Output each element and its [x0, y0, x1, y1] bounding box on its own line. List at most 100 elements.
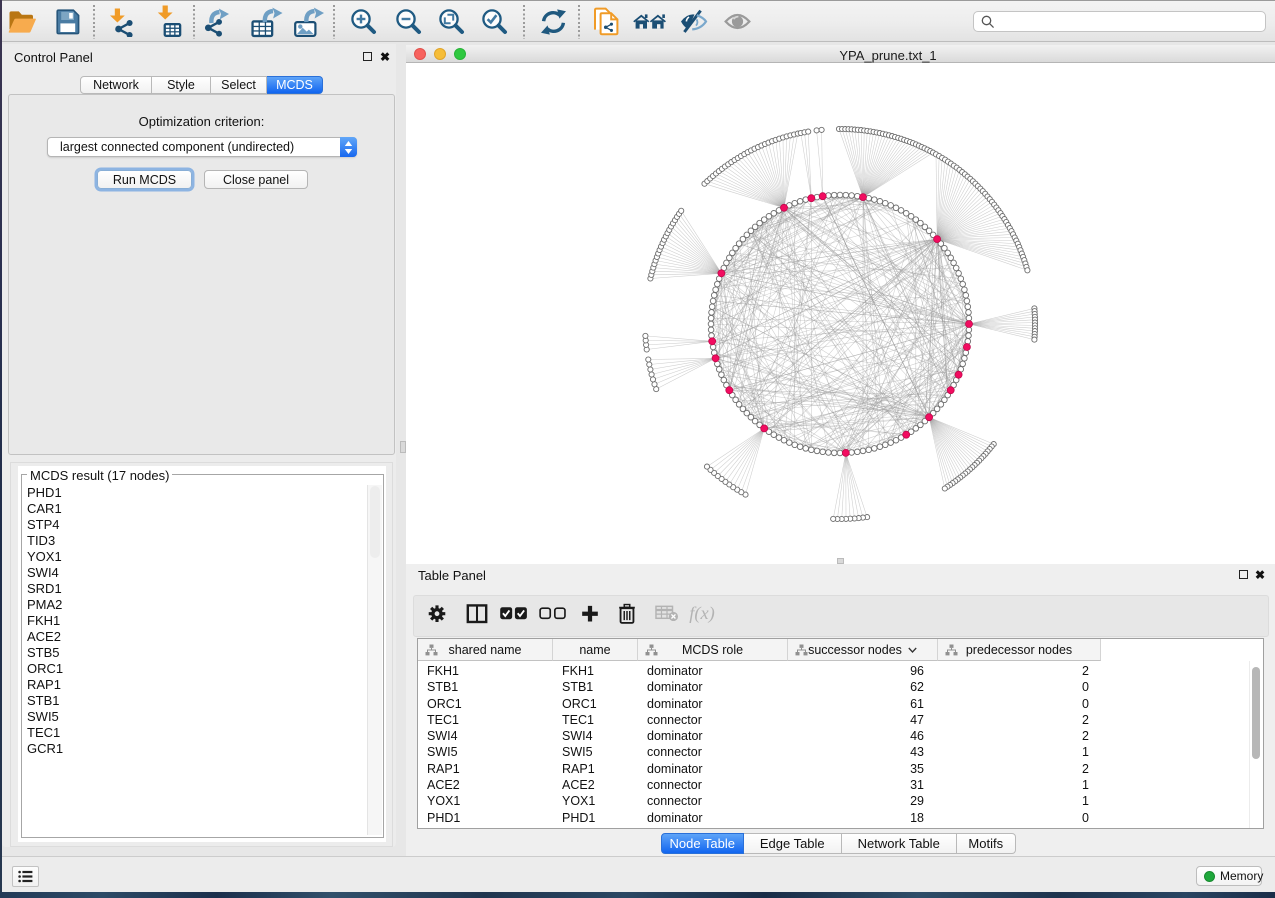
table-cell: connector: [647, 777, 702, 793]
table-cell: connector: [647, 744, 702, 760]
table-x-button[interactable]: [655, 605, 679, 626]
table-scrollbar-thumb[interactable]: [1252, 667, 1260, 759]
zoom-selected-button[interactable]: [477, 1, 513, 42]
export-table-button[interactable]: [248, 1, 284, 42]
hide-eye-button[interactable]: [675, 1, 711, 42]
column-header-successor-nodes[interactable]: successor nodes: [788, 639, 938, 661]
import-table-button[interactable]: [148, 1, 184, 42]
result-item[interactable]: TID3: [22, 533, 362, 549]
duplicate-network-button[interactable]: [588, 1, 624, 42]
table-cell: dominator: [647, 761, 703, 777]
save-button[interactable]: [50, 1, 86, 42]
mcds-result-list[interactable]: PHD1CAR1STP4TID3YOX1SWI4SRD1PMA2FKH1ACE2…: [22, 485, 362, 757]
export-image-button[interactable]: [291, 1, 327, 42]
plus-button[interactable]: [581, 605, 599, 628]
result-scrollbar-thumb[interactable]: [370, 486, 380, 558]
trash-button[interactable]: [618, 604, 636, 629]
table-panel-close-icon[interactable]: ✖: [1255, 570, 1265, 580]
table-row[interactable]: TEC1TEC1connector472: [418, 712, 1263, 728]
table-row[interactable]: YOX1YOX1connector291: [418, 793, 1263, 809]
result-item[interactable]: TEC1: [22, 725, 362, 741]
eye-disabled-button[interactable]: [719, 1, 755, 42]
network-canvas[interactable]: [406, 63, 1275, 564]
result-scrollbar[interactable]: [367, 485, 382, 835]
tab-network[interactable]: Network: [80, 76, 152, 94]
table-row[interactable]: ORC1ORC1dominator610: [418, 696, 1263, 712]
close-panel-button[interactable]: Close panel: [204, 170, 308, 189]
tab-edge-table[interactable]: Edge Table: [744, 833, 843, 854]
result-item[interactable]: STB1: [22, 693, 362, 709]
column-header-MCDS-role[interactable]: MCDS role: [638, 639, 788, 661]
table-cell: connector: [647, 793, 702, 809]
column-header-shared-name[interactable]: shared name: [418, 639, 553, 661]
tab-mcds[interactable]: MCDS: [267, 76, 323, 94]
tab-network-table[interactable]: Network Table: [842, 833, 957, 854]
binoculars-button[interactable]: [632, 1, 668, 42]
table-x-icon: [655, 605, 679, 622]
tab-node-table[interactable]: Node Table: [661, 833, 744, 854]
control-panel-title: Control Panel: [14, 50, 93, 65]
node-table-header: shared namenameMCDS rolesuccessor nodesp…: [418, 639, 1263, 661]
result-item[interactable]: RAP1: [22, 677, 362, 693]
column-header-name[interactable]: name: [553, 639, 638, 661]
result-item[interactable]: PHD1: [22, 485, 362, 501]
control-panel-tabs: NetworkStyleSelectMCDS: [80, 76, 323, 94]
table-panel-float-icon[interactable]: [1239, 570, 1248, 579]
list-icon: [18, 870, 33, 883]
task-history-button[interactable]: [12, 866, 39, 887]
result-item[interactable]: STP4: [22, 517, 362, 533]
table-row[interactable]: RAP1RAP1dominator352: [418, 761, 1263, 777]
tab-style[interactable]: Style: [152, 76, 211, 94]
result-item[interactable]: STB5: [22, 645, 362, 661]
close-panel-icon[interactable]: ✖: [380, 52, 390, 62]
table-row[interactable]: SWI4SWI4dominator462: [418, 728, 1263, 744]
result-item[interactable]: GCR1: [22, 741, 362, 757]
result-item[interactable]: FKH1: [22, 613, 362, 629]
tab-select[interactable]: Select: [211, 76, 267, 94]
run-mcds-button[interactable]: Run MCDS: [97, 170, 192, 189]
float-panel-icon[interactable]: [363, 52, 372, 61]
columns-button[interactable]: [466, 604, 488, 629]
table-toolbar: f(x): [413, 595, 1269, 637]
result-item[interactable]: SWI5: [22, 709, 362, 725]
network-view-window: YPA_prune.txt_1: [406, 45, 1275, 564]
result-item[interactable]: ACE2: [22, 629, 362, 645]
zoom-out-button[interactable]: [391, 1, 427, 42]
table-scrollbar[interactable]: [1249, 661, 1263, 828]
import-network-button[interactable]: [104, 1, 140, 42]
result-item[interactable]: CAR1: [22, 501, 362, 517]
desktop-wallpaper-bottom: [0, 892, 1275, 898]
search-input[interactable]: [995, 12, 1265, 32]
search-box[interactable]: [973, 11, 1266, 32]
table-row[interactable]: STB1STB1dominator620: [418, 679, 1263, 695]
zoom-fit-button[interactable]: [434, 1, 470, 42]
table-row[interactable]: FKH1FKH1dominator962: [418, 663, 1263, 679]
export-network-button[interactable]: [199, 1, 235, 42]
gear-button[interactable]: [427, 604, 447, 629]
fx-button[interactable]: f(x): [687, 603, 720, 630]
open-folder-button[interactable]: [5, 1, 41, 42]
result-item[interactable]: ORC1: [22, 661, 362, 677]
uncheck-pair-button[interactable]: [538, 604, 567, 629]
check-pair-button[interactable]: [499, 604, 528, 629]
result-item[interactable]: PMA2: [22, 597, 362, 613]
result-item[interactable]: YOX1: [22, 549, 362, 565]
table-panel: Table Panel ✖ f(x) shared namenameMCDS r…: [406, 564, 1275, 856]
table-cell: 0: [938, 696, 1089, 712]
column-header-predecessor-nodes[interactable]: predecessor nodes: [938, 639, 1101, 661]
table-row[interactable]: ACE2ACE2connector311: [418, 777, 1263, 793]
refresh-button[interactable]: [535, 1, 571, 42]
zoom-in-button[interactable]: [346, 1, 382, 42]
table-row[interactable]: PHD1PHD1dominator180: [418, 810, 1263, 826]
table-row[interactable]: SWI5SWI5connector431: [418, 744, 1263, 760]
column-type-icon: [795, 644, 808, 656]
result-item[interactable]: SRD1: [22, 581, 362, 597]
memory-label: Memory: [1220, 869, 1263, 883]
node-table-body: FKH1FKH1dominator962STB1STB1dominator620…: [418, 663, 1263, 828]
optimization-criterion-select[interactable]: largest connected component (undirected): [47, 137, 357, 157]
result-item[interactable]: SWI4: [22, 565, 362, 581]
tab-motifs[interactable]: Motifs: [957, 833, 1017, 854]
select-arrows-icon: [340, 137, 357, 157]
zoom-selected-icon: [481, 8, 509, 36]
memory-button[interactable]: Memory: [1196, 866, 1262, 886]
